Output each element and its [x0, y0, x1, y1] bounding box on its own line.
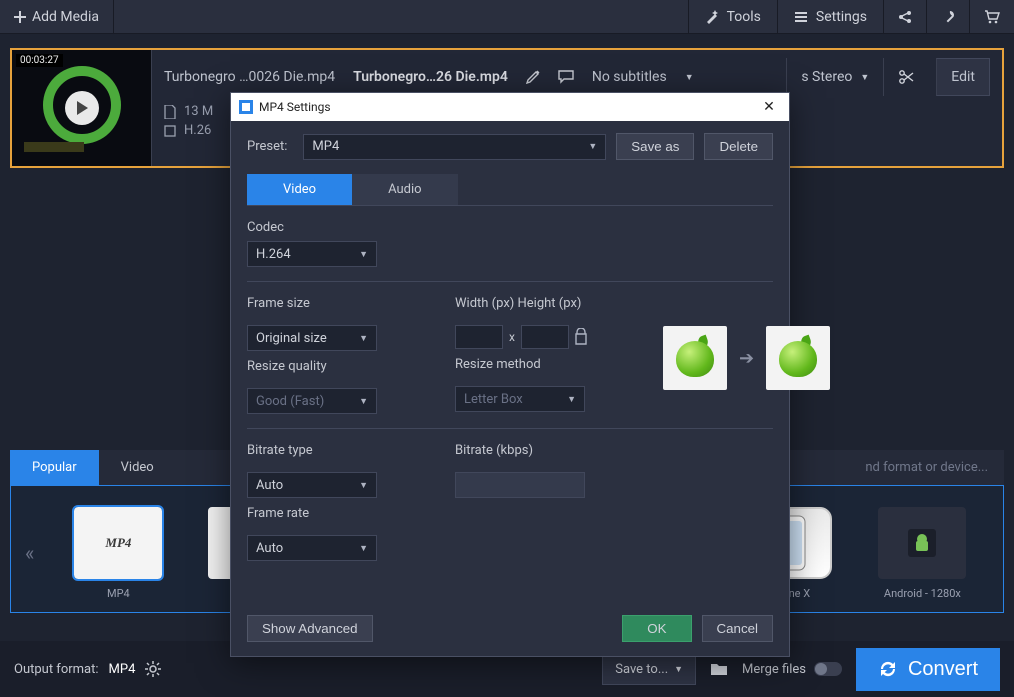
add-media-button[interactable]: Add Media — [0, 0, 114, 33]
bitrate-input[interactable] — [455, 472, 585, 498]
bitrate-type-select[interactable]: Auto▼ — [247, 472, 377, 498]
height-input[interactable] — [521, 325, 569, 349]
resize-quality-label: Resize quality — [247, 359, 427, 374]
file-size: 13 M — [184, 104, 213, 119]
codec-select[interactable]: H.264▼ — [247, 241, 377, 267]
file-icon — [164, 105, 176, 119]
delete-preset-button[interactable]: Delete — [704, 133, 773, 160]
save-as-button[interactable]: Save as — [616, 133, 694, 160]
play-icon — [76, 101, 88, 115]
frame-size-select[interactable]: Original size▼ — [247, 325, 377, 351]
wand-icon — [705, 10, 719, 24]
codec-line: H.26 — [184, 123, 211, 138]
app-icon — [239, 100, 253, 114]
resize-method-label: Resize method — [455, 357, 635, 372]
scissors-icon — [898, 69, 914, 85]
tab-popular[interactable]: Popular — [10, 450, 99, 485]
preview-after — [766, 326, 830, 390]
format-android[interactable]: Android - 1280x — [872, 507, 972, 600]
dialog-titlebar[interactable]: MP4 Settings ✕ — [231, 93, 789, 121]
cancel-button[interactable]: Cancel — [702, 615, 774, 642]
resize-quality-select[interactable]: Good (Fast)▼ — [247, 388, 377, 414]
frame-icon — [164, 125, 176, 137]
tools-label: Tools — [727, 9, 761, 25]
rename-icon[interactable] — [526, 70, 540, 84]
preset-select[interactable]: MP4 ▼ — [303, 134, 606, 160]
folder-icon[interactable] — [710, 662, 728, 676]
tab-video[interactable]: Video — [99, 450, 176, 485]
x-label: x — [509, 330, 515, 344]
menu-icon — [794, 10, 808, 24]
wrench-button[interactable] — [926, 0, 969, 33]
bitrate-label: Bitrate (kbps) — [455, 443, 635, 458]
settings-button[interactable]: Settings — [777, 0, 883, 33]
cart-icon — [984, 10, 1000, 24]
dialog-title: MP4 Settings — [259, 100, 331, 114]
tools-button[interactable]: Tools — [688, 0, 777, 33]
play-button[interactable] — [65, 91, 99, 125]
audio-summary[interactable]: s Stereo ▼ — [786, 58, 883, 96]
preview-before — [663, 326, 727, 390]
convert-button[interactable]: Convert — [856, 648, 1000, 691]
lock-aspect-icon[interactable] — [575, 328, 587, 346]
top-toolbar: Add Media Tools Settings — [0, 0, 1014, 34]
output-format-label: Output format: — [14, 662, 99, 677]
width-input[interactable] — [455, 325, 503, 349]
subtitles-label[interactable]: No subtitles — [592, 69, 667, 85]
cut-button[interactable] — [883, 58, 928, 96]
resize-preview: ➔ — [663, 302, 830, 414]
share-icon — [898, 10, 912, 24]
toolbar-spacer — [114, 0, 688, 33]
tab-audio-settings[interactable]: Audio — [352, 174, 457, 205]
frame-rate-select[interactable]: Auto▼ — [247, 535, 377, 561]
tab-video-settings[interactable]: Video — [247, 174, 352, 205]
cart-button[interactable] — [969, 0, 1014, 33]
arrow-right-icon: ➔ — [739, 348, 754, 369]
format-prev[interactable]: « — [25, 541, 34, 565]
codec-label: Codec — [247, 220, 773, 235]
resize-method-select[interactable]: Letter Box▼ — [455, 386, 585, 412]
show-advanced-button[interactable]: Show Advanced — [247, 615, 373, 642]
frame-size-label: Frame size — [247, 296, 427, 311]
merge-label: Merge files — [742, 662, 806, 677]
output-format-gear[interactable] — [145, 661, 161, 677]
format-search[interactable]: nd format or device... — [865, 460, 1004, 475]
file-name-long: Turbonegro …0026 Die.mp4 — [164, 69, 335, 85]
share-button[interactable] — [883, 0, 926, 33]
subtitles-caret[interactable]: ▼ — [685, 72, 694, 83]
subtitles-icon[interactable] — [558, 70, 574, 84]
output-format-value: MP4 — [109, 662, 136, 677]
add-media-label: Add Media — [32, 9, 99, 25]
chevron-down-icon: ▼ — [860, 72, 869, 83]
format-mp4[interactable]: MP4 MP4 — [68, 507, 168, 600]
bitrate-type-label: Bitrate type — [247, 443, 427, 458]
settings-label: Settings — [816, 9, 867, 25]
refresh-icon — [878, 659, 898, 679]
plus-icon — [14, 11, 26, 23]
dialog-close-button[interactable]: ✕ — [757, 99, 781, 115]
file-name-short: Turbonegro…26 Die.mp4 — [353, 69, 508, 85]
edit-button[interactable]: Edit — [936, 58, 990, 96]
timecode-badge: 00:03:27 — [16, 54, 63, 67]
width-height-label: Width (px) Height (px) — [455, 296, 635, 311]
wrench-icon — [941, 10, 955, 24]
preset-label: Preset: — [247, 139, 287, 154]
frame-rate-label: Frame rate — [247, 506, 427, 521]
merge-toggle[interactable] — [814, 662, 842, 676]
video-thumbnail[interactable]: 00:03:27 — [12, 50, 152, 166]
mp4-settings-dialog: MP4 Settings ✕ Preset: MP4 ▼ Save as Del… — [230, 92, 790, 657]
save-to-button[interactable]: Save to... ▼ — [602, 654, 696, 685]
ok-button[interactable]: OK — [622, 615, 691, 642]
